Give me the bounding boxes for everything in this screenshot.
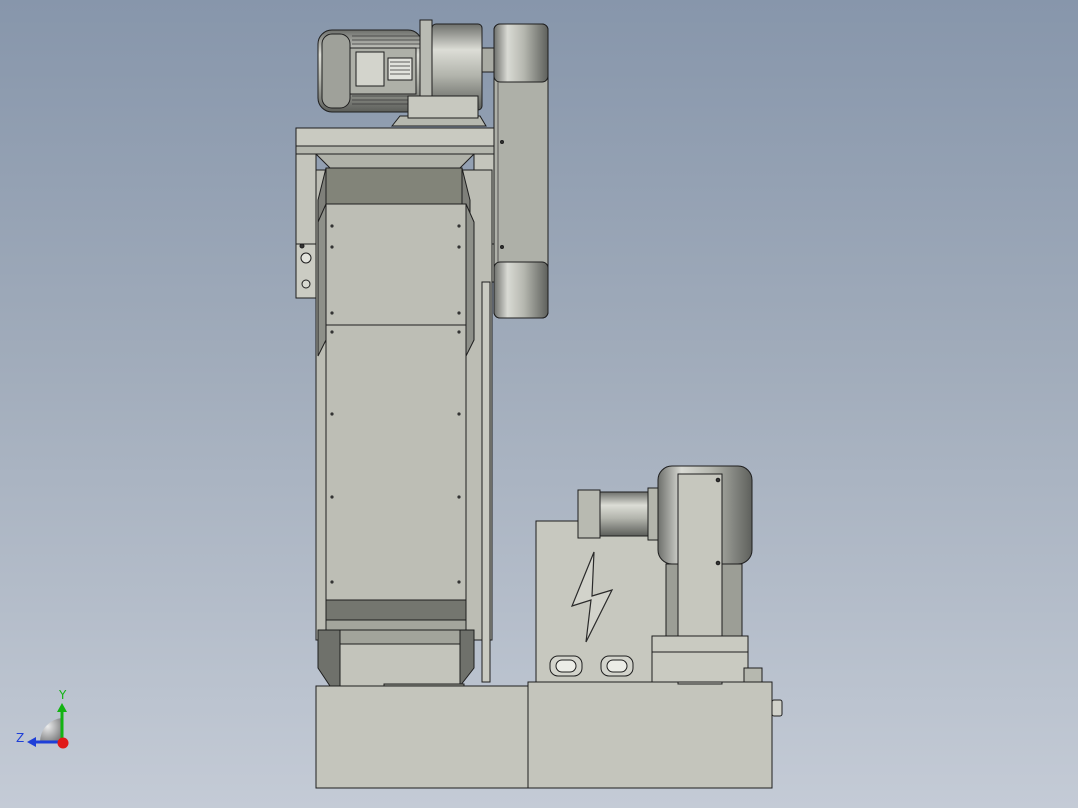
coordinate-triad-icon (27, 703, 69, 749)
discharge-chute (317, 629, 475, 689)
electrical-cabinet (535, 520, 671, 683)
vertical-column (315, 167, 493, 683)
top-motor-gearbox (317, 19, 495, 127)
belt-guard (493, 23, 549, 319)
triad-y-label: Y (59, 688, 67, 702)
machine-base (315, 681, 783, 789)
triad-z-label: Z (16, 731, 25, 745)
cad-viewport[interactable] (0, 0, 1078, 808)
